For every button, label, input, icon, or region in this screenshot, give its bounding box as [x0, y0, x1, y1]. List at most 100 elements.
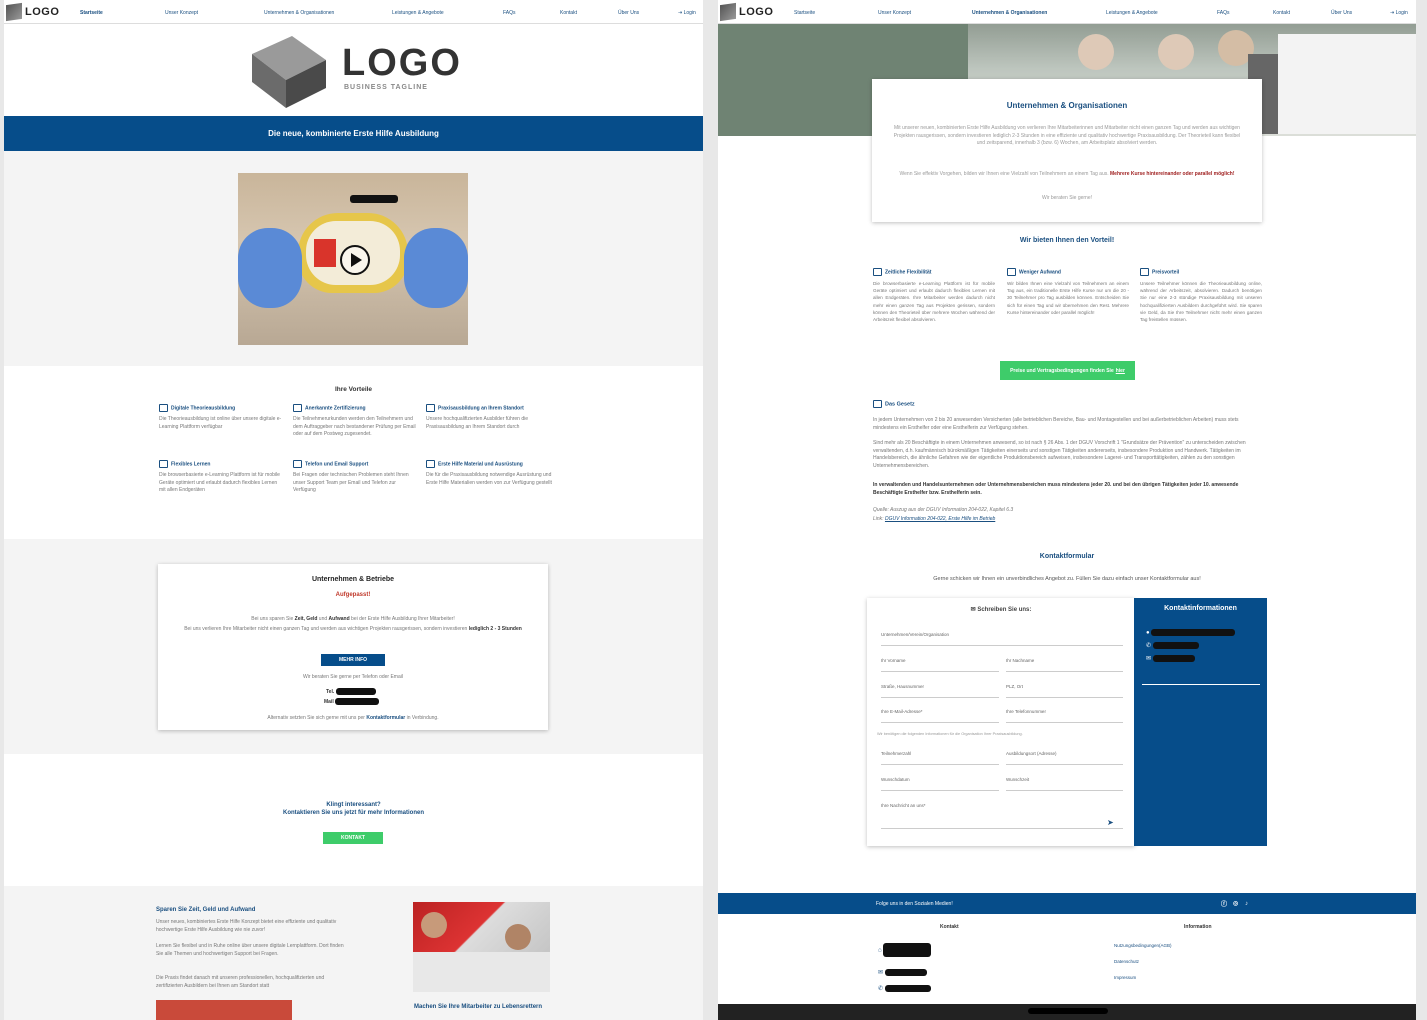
vorname-field[interactable]: Ihr Vorname [881, 658, 999, 672]
benefit-item: Flexibles Lernen Die browserbasierte e-Le… [159, 460, 285, 495]
video-player[interactable] [238, 173, 468, 345]
vorteil-text: Die browserbasierte e-Learning Plattform… [873, 281, 995, 323]
briefcase-icon [1007, 268, 1016, 276]
preise-button[interactable]: Preise und Vertragsbedingungen finden Si… [1000, 361, 1135, 380]
social-text: Folge uns in den Sozialen Medien! [876, 900, 953, 907]
nav-ueber-uns[interactable]: Über Uns [1331, 10, 1352, 16]
wunschzeit-field[interactable]: Wunschzeit [1006, 777, 1123, 791]
benefit-text: Die browserbasierte e-Learning Plattform… [159, 472, 280, 493]
law-paragraph-3: In verwaltenden und Handelsunternehmen o… [873, 482, 1239, 496]
play-icon[interactable] [340, 245, 370, 275]
ausbildungsort-field[interactable]: Ausbildungsort (Adresse) [1006, 751, 1123, 765]
kontakt-title: Kontaktformular [1039, 553, 1095, 560]
telefon-field[interactable]: Ihre Telefonnummer [1006, 709, 1123, 723]
nav-login[interactable]: ⇥ Login [678, 10, 696, 16]
bottom-title: Sparen Sie Zeit, Geld und Aufwand [156, 907, 256, 913]
nav-logo[interactable]: LOGO [4, 2, 62, 21]
facebook-icon[interactable]: ⓕ [1221, 899, 1227, 908]
redacted-mail [335, 698, 380, 705]
vorteil-title: Preisvorteil [1140, 268, 1262, 276]
nav-unternehmen[interactable]: Unternehmen & Organisationen [264, 10, 334, 16]
send-icon[interactable]: ➤ [1107, 818, 1114, 827]
nav-konzept[interactable]: Unser Konzept [878, 10, 911, 16]
nav-leistungen[interactable]: Leistungen & Angebote [1106, 10, 1158, 16]
hero-banner: Die neue, kombinierte Erste Hilfe Ausbil… [4, 116, 703, 151]
kontaktformular-link[interactable]: Kontaktformular [366, 715, 405, 721]
nav-leistungen[interactable]: Leistungen & Angebote [392, 10, 444, 16]
nav-login[interactable]: ⇥ Login [1390, 10, 1408, 16]
mehr-info-button[interactable]: MEHR INFO [321, 654, 385, 666]
benefit-item: Anerkannte Zertifizierung Die Teilnehmeru… [293, 404, 419, 439]
redacted-address [883, 943, 932, 957]
teilnehmer-field[interactable]: Teilnehmerzahl [881, 751, 999, 765]
mail-icon: ✉ [1146, 656, 1152, 663]
agb-link[interactable]: Nutzungsbedingungen(AGB) [1114, 943, 1172, 948]
redacted-text [350, 195, 398, 203]
redacted-address [1151, 629, 1236, 636]
nachname-field[interactable]: Ihr Nachname [1006, 658, 1123, 672]
law-link: Link: DGUV Information 204-022, Erste Hi… [873, 516, 996, 522]
cta-line-1: Klingt interessant? [326, 802, 381, 808]
nav-kontakt[interactable]: Kontakt [1273, 10, 1290, 16]
nav-konzept[interactable]: Unser Konzept [165, 10, 198, 16]
bottom-p3: Die Praxis findet danach mit unseren pro… [156, 975, 325, 989]
hero-banner-text: Die neue, kombinierte Erste Hilfe Ausbil… [268, 129, 439, 138]
kontakt-subtitle: Gerne schicken wir Ihnen ein unverbindli… [933, 576, 1201, 582]
card-mail: Mail [324, 698, 380, 705]
strasse-field[interactable]: Straße, Hausnummer [881, 684, 999, 698]
tiktok-icon[interactable]: ♪ [1245, 901, 1248, 907]
info-phone: ✆ [1146, 642, 1199, 649]
phone-icon: ✆ [1146, 643, 1152, 650]
footer-kontakt-title: Kontakt [940, 924, 959, 930]
nachricht-field[interactable]: Ihre Nachricht an uns* [881, 803, 1123, 829]
benefits-title: Ihre Vorteile [334, 386, 373, 393]
datenschutz-link[interactable]: Datenschutz [1114, 959, 1139, 964]
location-icon [426, 404, 435, 412]
bottom-p1: Unser neues, kombiniertes Erste Hilfe Ko… [156, 919, 337, 933]
law-paragraph-1: In jedem Unternehmen von 2 bis 20 anwese… [873, 417, 1239, 431]
info-title: Kontaktinformationen [1164, 605, 1237, 612]
certificate-icon [293, 404, 302, 412]
nav-logo-right[interactable]: LOGO [718, 2, 776, 21]
vorteil-text: Unsere Teilnehmer können die Theorieausb… [1140, 281, 1262, 323]
bottom-section [4, 886, 703, 1020]
unternehmen-info-card: Unternehmen & Organisationen Mit unserer… [872, 79, 1262, 222]
vorteil-title: Zeitliche Flexibilität [873, 268, 995, 276]
bottom-caption: Machen Sie Ihre Mitarbeiter zu Lebensret… [414, 1004, 543, 1010]
nav-startseite[interactable]: Startseite [794, 10, 815, 16]
nav-ueber-uns[interactable]: Über Uns [618, 10, 639, 16]
dguv-link[interactable]: DGUV Information 204-022, Erste Hilfe im… [885, 516, 995, 522]
vorteil-title: Wir bieten Ihnen den Vorteil! [1019, 237, 1115, 244]
benefit-title: Praxisausbildung an Ihrem Standort [426, 404, 552, 412]
firstaid-icon [426, 460, 435, 468]
benefit-item: Praxisausbildung an Ihrem Standort Unsere… [426, 404, 552, 431]
bottom-image-small [156, 1000, 292, 1020]
right-page: LOGO Startseite Unser Konzept Unternehme… [718, 0, 1416, 1020]
impressum-link[interactable]: Impressum [1114, 975, 1136, 980]
nav-unternehmen[interactable]: Unternehmen & Organisationen [972, 10, 1047, 16]
wunschdatum-field[interactable]: Wunschdatum [881, 777, 999, 791]
nav-faqs[interactable]: FAQs [503, 10, 516, 16]
logo-cube-icon [720, 2, 736, 21]
nav-login-label: Login [683, 10, 696, 16]
vorteil-item: Preisvorteil Unsere Teilnehmer können die… [1140, 268, 1262, 323]
org-field[interactable]: Unternehmen/Verein/Organisation [881, 632, 1123, 646]
nav-kontakt[interactable]: Kontakt [560, 10, 577, 16]
social-bar: Folge uns in den Sozialen Medien! ⓕ ◎ ♪ [718, 893, 1416, 914]
benefit-item: Telefon und Email Support Bei Fragen oder… [293, 460, 419, 495]
contact-form: ✉ Schreiben Sie uns: Unternehmen/Verein/… [867, 598, 1135, 846]
location-icon: ● [1146, 630, 1150, 637]
plz-field[interactable]: PLZ, Ort [1006, 684, 1123, 698]
kontakt-button[interactable]: KONTAKT [323, 832, 383, 844]
footer-info-title: Information [1184, 924, 1212, 930]
info-divider [1142, 684, 1260, 685]
top-navbar-right: LOGO Startseite Unser Konzept Unternehme… [718, 0, 1416, 24]
email-field[interactable]: Ihre E-Mail-Adresse* [881, 709, 999, 723]
nav-faqs[interactable]: FAQs [1217, 10, 1230, 16]
card-contact: Wir beraten Sie gerne per Telefon oder E… [303, 674, 403, 680]
redacted-email [1152, 655, 1195, 662]
benefit-text: Bei Fragen oder technischen Problemen st… [293, 472, 409, 493]
benefit-text: Die Teilnehmerurkunden werden den Teilne… [293, 416, 416, 437]
nav-startseite[interactable]: Startseite [80, 10, 103, 16]
instagram-icon[interactable]: ◎ [1233, 900, 1238, 907]
